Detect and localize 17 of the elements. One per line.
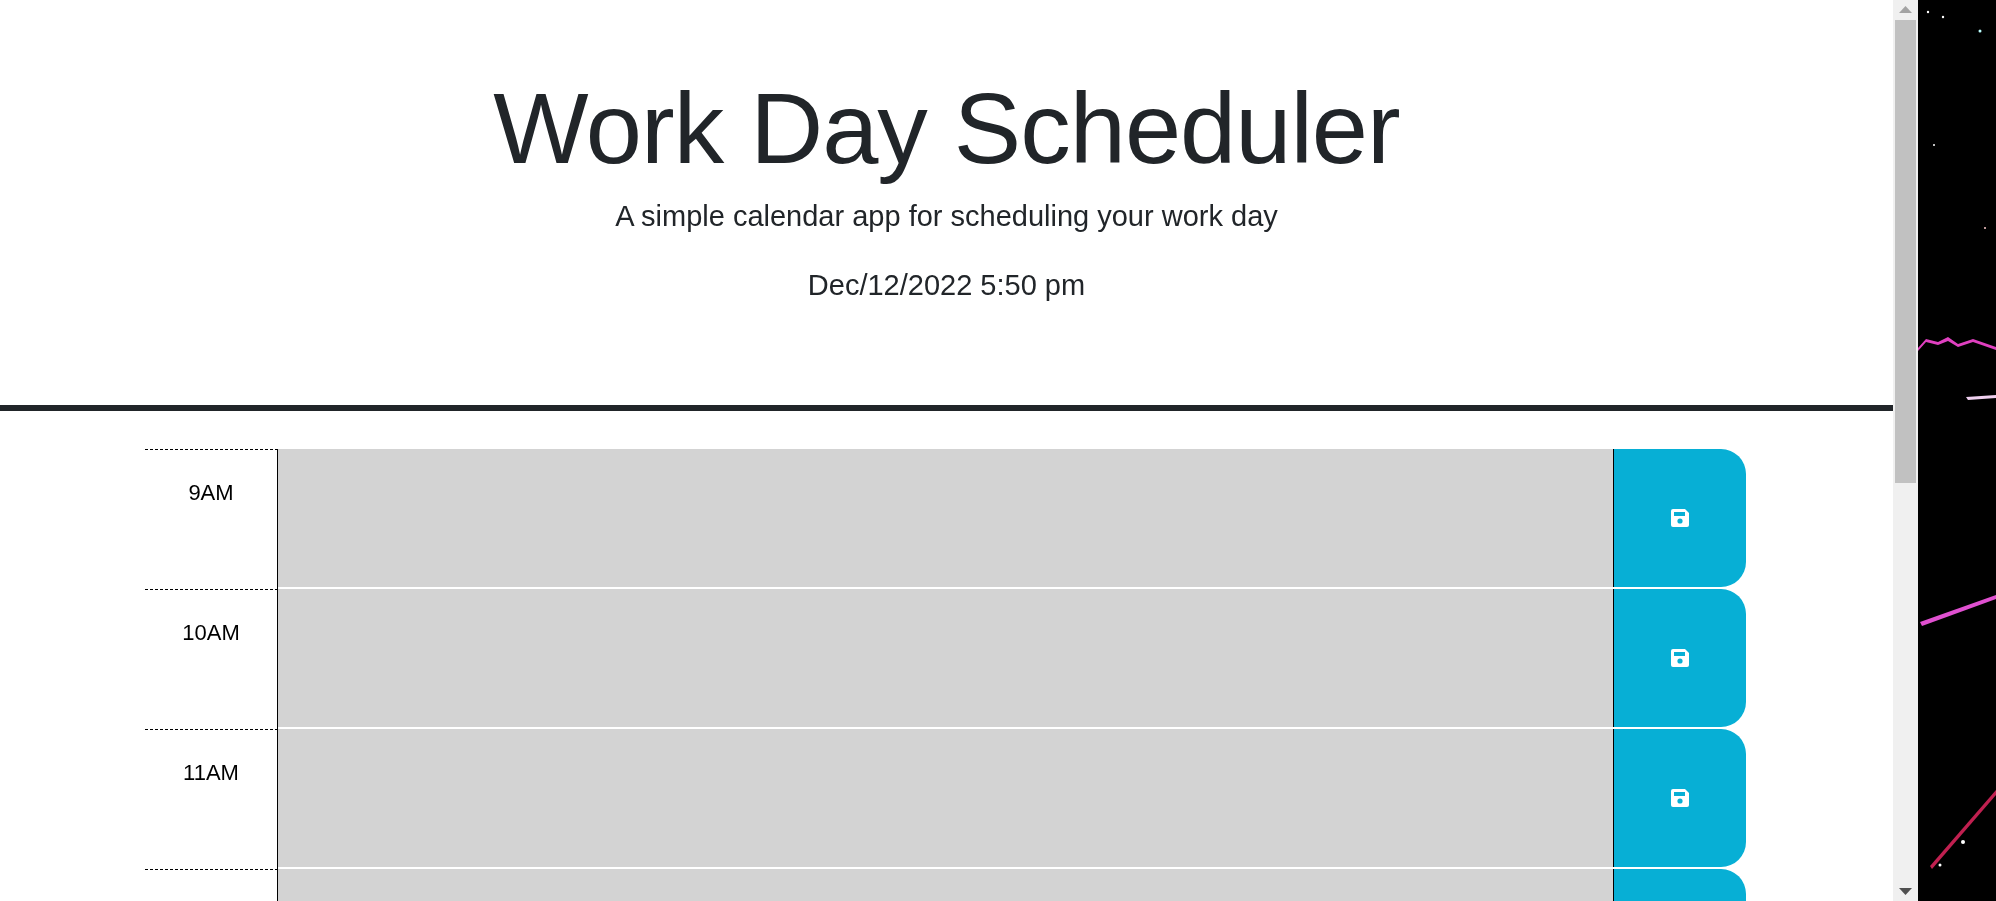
save-button[interactable]: [1613, 729, 1746, 867]
page-title: Work Day Scheduler: [492, 71, 1401, 186]
hour-label: 11AM: [183, 760, 239, 785]
hour-label: 10AM: [182, 620, 240, 645]
scrollbar[interactable]: [1893, 0, 1918, 901]
event-text-field[interactable]: [278, 449, 1613, 589]
save-button[interactable]: [1613, 449, 1746, 587]
event-text-field[interactable]: [278, 589, 1613, 729]
save-icon: [1669, 787, 1691, 809]
save-icon: [1669, 507, 1691, 529]
hour-label: 9AM: [188, 480, 234, 505]
save-icon: [1669, 647, 1691, 669]
page-subtitle: A simple calendar app for scheduling your work day: [614, 199, 1279, 234]
scrollbar-thumb[interactable]: [1895, 20, 1916, 483]
save-button[interactable]: [1613, 589, 1746, 727]
event-text-field[interactable]: [278, 729, 1613, 869]
current-date-time: Dec/12/2022 5:50 pm: [806, 268, 1087, 303]
